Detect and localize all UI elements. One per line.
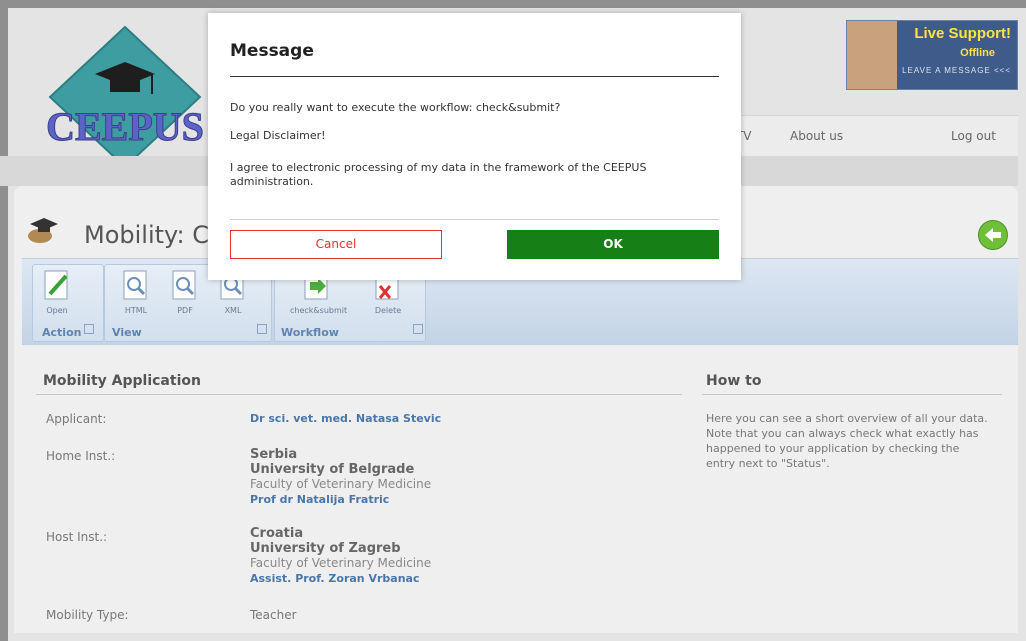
dialog-question: Do you really want to execute the workfl…	[230, 101, 561, 114]
dialog-footer-divider	[230, 219, 719, 220]
dialog-disclaimer-heading: Legal Disclaimer!	[230, 129, 326, 142]
cancel-button[interactable]: Cancel	[230, 230, 442, 259]
confirm-dialog: Message Do you really want to execute th…	[208, 13, 741, 280]
app-window: CEEPUS Live Support! Offline LEAVE A MES…	[0, 0, 1026, 641]
dialog-title: Message	[230, 41, 314, 61]
ok-button[interactable]: OK	[507, 230, 719, 259]
dialog-agreement-text: I agree to electronic processing of my d…	[230, 161, 647, 188]
dialog-title-divider	[230, 76, 719, 77]
